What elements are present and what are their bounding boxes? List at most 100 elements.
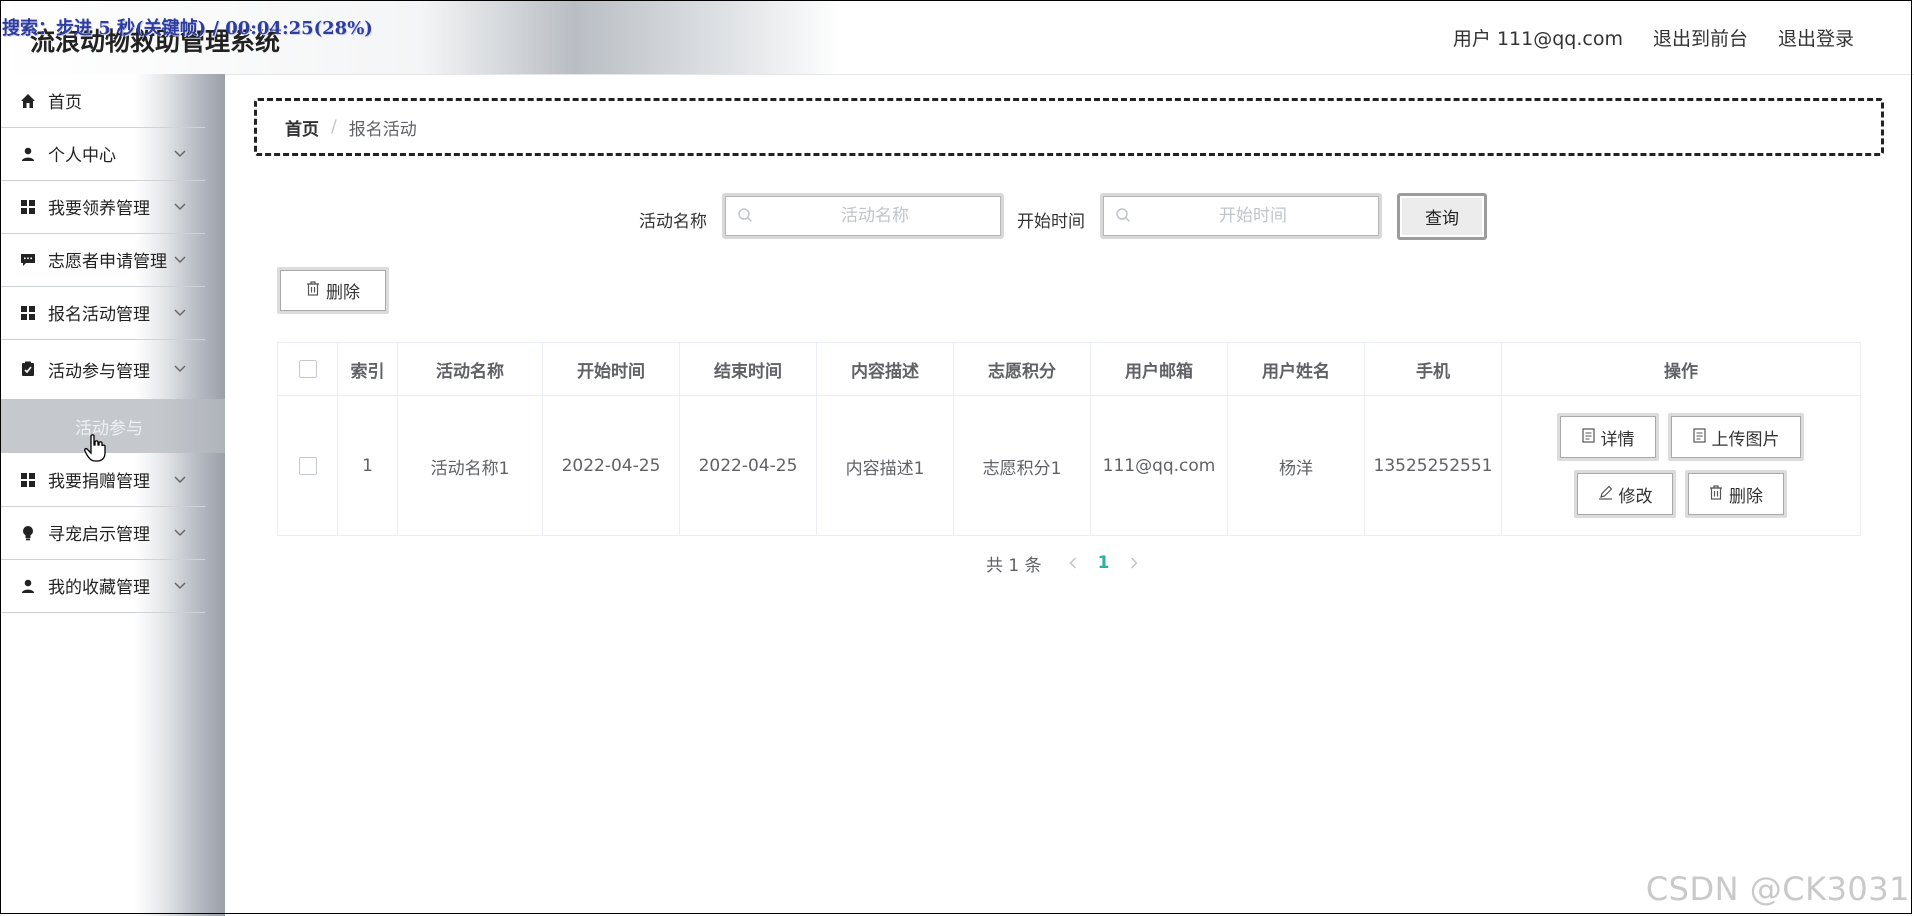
table-cell-points: 志愿积分1 [954, 396, 1091, 536]
chevron-down-icon [169, 196, 191, 218]
sidebar-item-label: 活动参与管理 [48, 361, 150, 382]
column-header: 用户邮箱 [1091, 343, 1228, 396]
query-button[interactable]: 查询 [1397, 193, 1487, 240]
header-actions: 用户 111@qq.com 退出到前台 退出登录 [1453, 0, 1914, 74]
sidebar-item-label: 个人中心 [48, 146, 116, 166]
chevron-down-icon [169, 469, 191, 491]
upload-image-button[interactable]: 上传图片 [1668, 413, 1804, 461]
sidebar-subitem-activity-participation[interactable]: 活动参与 [0, 399, 225, 453]
sidebar-item-adopt[interactable]: 我要领养管理 [0, 180, 205, 234]
search-icon [737, 207, 755, 225]
sidebar-item-activity-participation[interactable]: 活动参与管理 [0, 339, 205, 400]
sidebar-item-label: 报名活动管理 [48, 305, 150, 325]
column-header: 用户姓名 [1228, 343, 1365, 396]
breadcrumb-current: 报名活动 [348, 119, 417, 140]
logout-link[interactable]: 退出登录 [1778, 24, 1854, 51]
pagination: 共 1 条 1 [986, 551, 1147, 576]
breadcrumb: 首页 / 报名活动 [254, 98, 1884, 156]
chevron-down-icon [169, 143, 191, 165]
table-cell-username: 杨洋 [1228, 396, 1365, 536]
sidebar: 首页 个人中心 我要领养管理 志愿者申请管理 报名活动管理 活动参与管理 活动参… [0, 74, 225, 916]
column-header: 内容描述 [817, 343, 954, 396]
sidebar-item-volunteer[interactable]: 志愿者申请管理 [0, 233, 205, 287]
chevron-up-icon [169, 358, 191, 380]
exit-to-front-link[interactable]: 退出到前台 [1653, 24, 1748, 51]
select-all-cell [278, 343, 338, 396]
next-page-button[interactable] [1121, 557, 1147, 569]
bulb-icon [18, 523, 38, 543]
sidebar-item-lost-pet[interactable]: 寻宠启示管理 [0, 506, 205, 560]
document-icon [1581, 427, 1595, 447]
column-header: 手机 [1365, 343, 1502, 396]
user-icon [18, 576, 38, 596]
current-user: 用户 111@qq.com [1452, 27, 1623, 50]
grid-icon [18, 197, 38, 217]
column-header: 操作 [1502, 343, 1860, 396]
activity-name-label: 活动名称 [639, 212, 707, 232]
top-header: 流浪动物救助管理系统 搜索：步进 5 秒(关键帧) / 00:04:25(28%… [0, 0, 1914, 75]
batch-delete-label: 删除 [326, 283, 360, 303]
edit-button[interactable]: 修改 [1574, 470, 1676, 518]
query-button-label: 查询 [1425, 209, 1459, 229]
detail-button-label: 详情 [1600, 429, 1635, 450]
prev-page-button[interactable] [1060, 557, 1086, 569]
chat-icon [18, 250, 38, 270]
document-icon [1692, 427, 1706, 447]
grid-icon [18, 303, 38, 323]
clipboard-icon [18, 359, 38, 379]
edit-icon [1598, 485, 1613, 504]
sidebar-item-label: 志愿者申请管理 [48, 252, 167, 272]
page-number-current[interactable]: 1 [1098, 553, 1110, 573]
trash-icon [306, 281, 320, 300]
sidebar-item-label: 我要领养管理 [48, 199, 150, 219]
table-cell-end: 2022-04-25 [680, 396, 817, 536]
table-cell-start: 2022-04-25 [543, 396, 680, 536]
upload-image-button-label: 上传图片 [1711, 429, 1780, 450]
sidebar-item-favorites[interactable]: 我的收藏管理 [0, 559, 205, 613]
column-header: 志愿积分 [954, 343, 1091, 396]
breadcrumb-separator: / [331, 117, 337, 137]
activity-name-field [722, 193, 1004, 239]
start-time-field [1100, 193, 1382, 239]
table-cell-index: 1 [338, 396, 398, 536]
sidebar-item-label: 首页 [48, 93, 82, 113]
row-delete-button-label: 删除 [1729, 486, 1763, 507]
start-time-label: 开始时间 [1017, 212, 1085, 232]
trash-icon [1709, 484, 1723, 504]
sidebar-item-label: 我要捐赠管理 [48, 472, 150, 492]
column-header: 活动名称 [398, 343, 543, 396]
sidebar-item-label: 寻宠启示管理 [48, 525, 150, 545]
hand-cursor-icon [84, 434, 106, 466]
column-header: 结束时间 [680, 343, 817, 396]
sidebar-item-profile[interactable]: 个人中心 [0, 127, 205, 181]
sidebar-item-home[interactable]: 首页 [0, 74, 205, 128]
sidebar-item-label: 我的收藏管理 [48, 578, 150, 598]
detail-button[interactable]: 详情 [1557, 413, 1659, 461]
activity-name-input[interactable] [763, 205, 987, 227]
table-cell-desc: 内容描述1 [817, 396, 954, 536]
video-overlay-text: 搜索：步进 5 秒(关键帧) / 00:04:25(28%) [2, 18, 373, 39]
chevron-down-icon [169, 249, 191, 271]
row-checkbox[interactable] [298, 457, 317, 475]
row-delete-button[interactable]: 删除 [1685, 470, 1787, 518]
home-icon [18, 91, 38, 111]
table-cell-email: 111@qq.com [1091, 396, 1228, 536]
chevron-down-icon [169, 575, 191, 597]
chevron-down-icon [169, 522, 191, 544]
batch-delete-button[interactable]: 删除 [277, 267, 389, 314]
select-all-checkbox[interactable] [298, 360, 317, 378]
column-header: 索引 [338, 343, 398, 396]
chevron-down-icon [169, 302, 191, 324]
edit-button-label: 修改 [1618, 486, 1653, 507]
start-time-input[interactable] [1141, 205, 1365, 227]
sidebar-item-activity-signup[interactable]: 报名活动管理 [0, 286, 205, 340]
column-header: 开始时间 [543, 343, 680, 396]
table-cell-phone: 13525252551 [1365, 396, 1502, 536]
table-cell-name: 活动名称1 [398, 396, 543, 536]
row-select-cell [278, 396, 338, 536]
grid-icon [18, 470, 38, 490]
pagination-total: 共 1 条 [986, 555, 1042, 576]
user-icon [18, 144, 38, 164]
breadcrumb-home[interactable]: 首页 [285, 115, 319, 140]
search-icon [1115, 207, 1133, 225]
